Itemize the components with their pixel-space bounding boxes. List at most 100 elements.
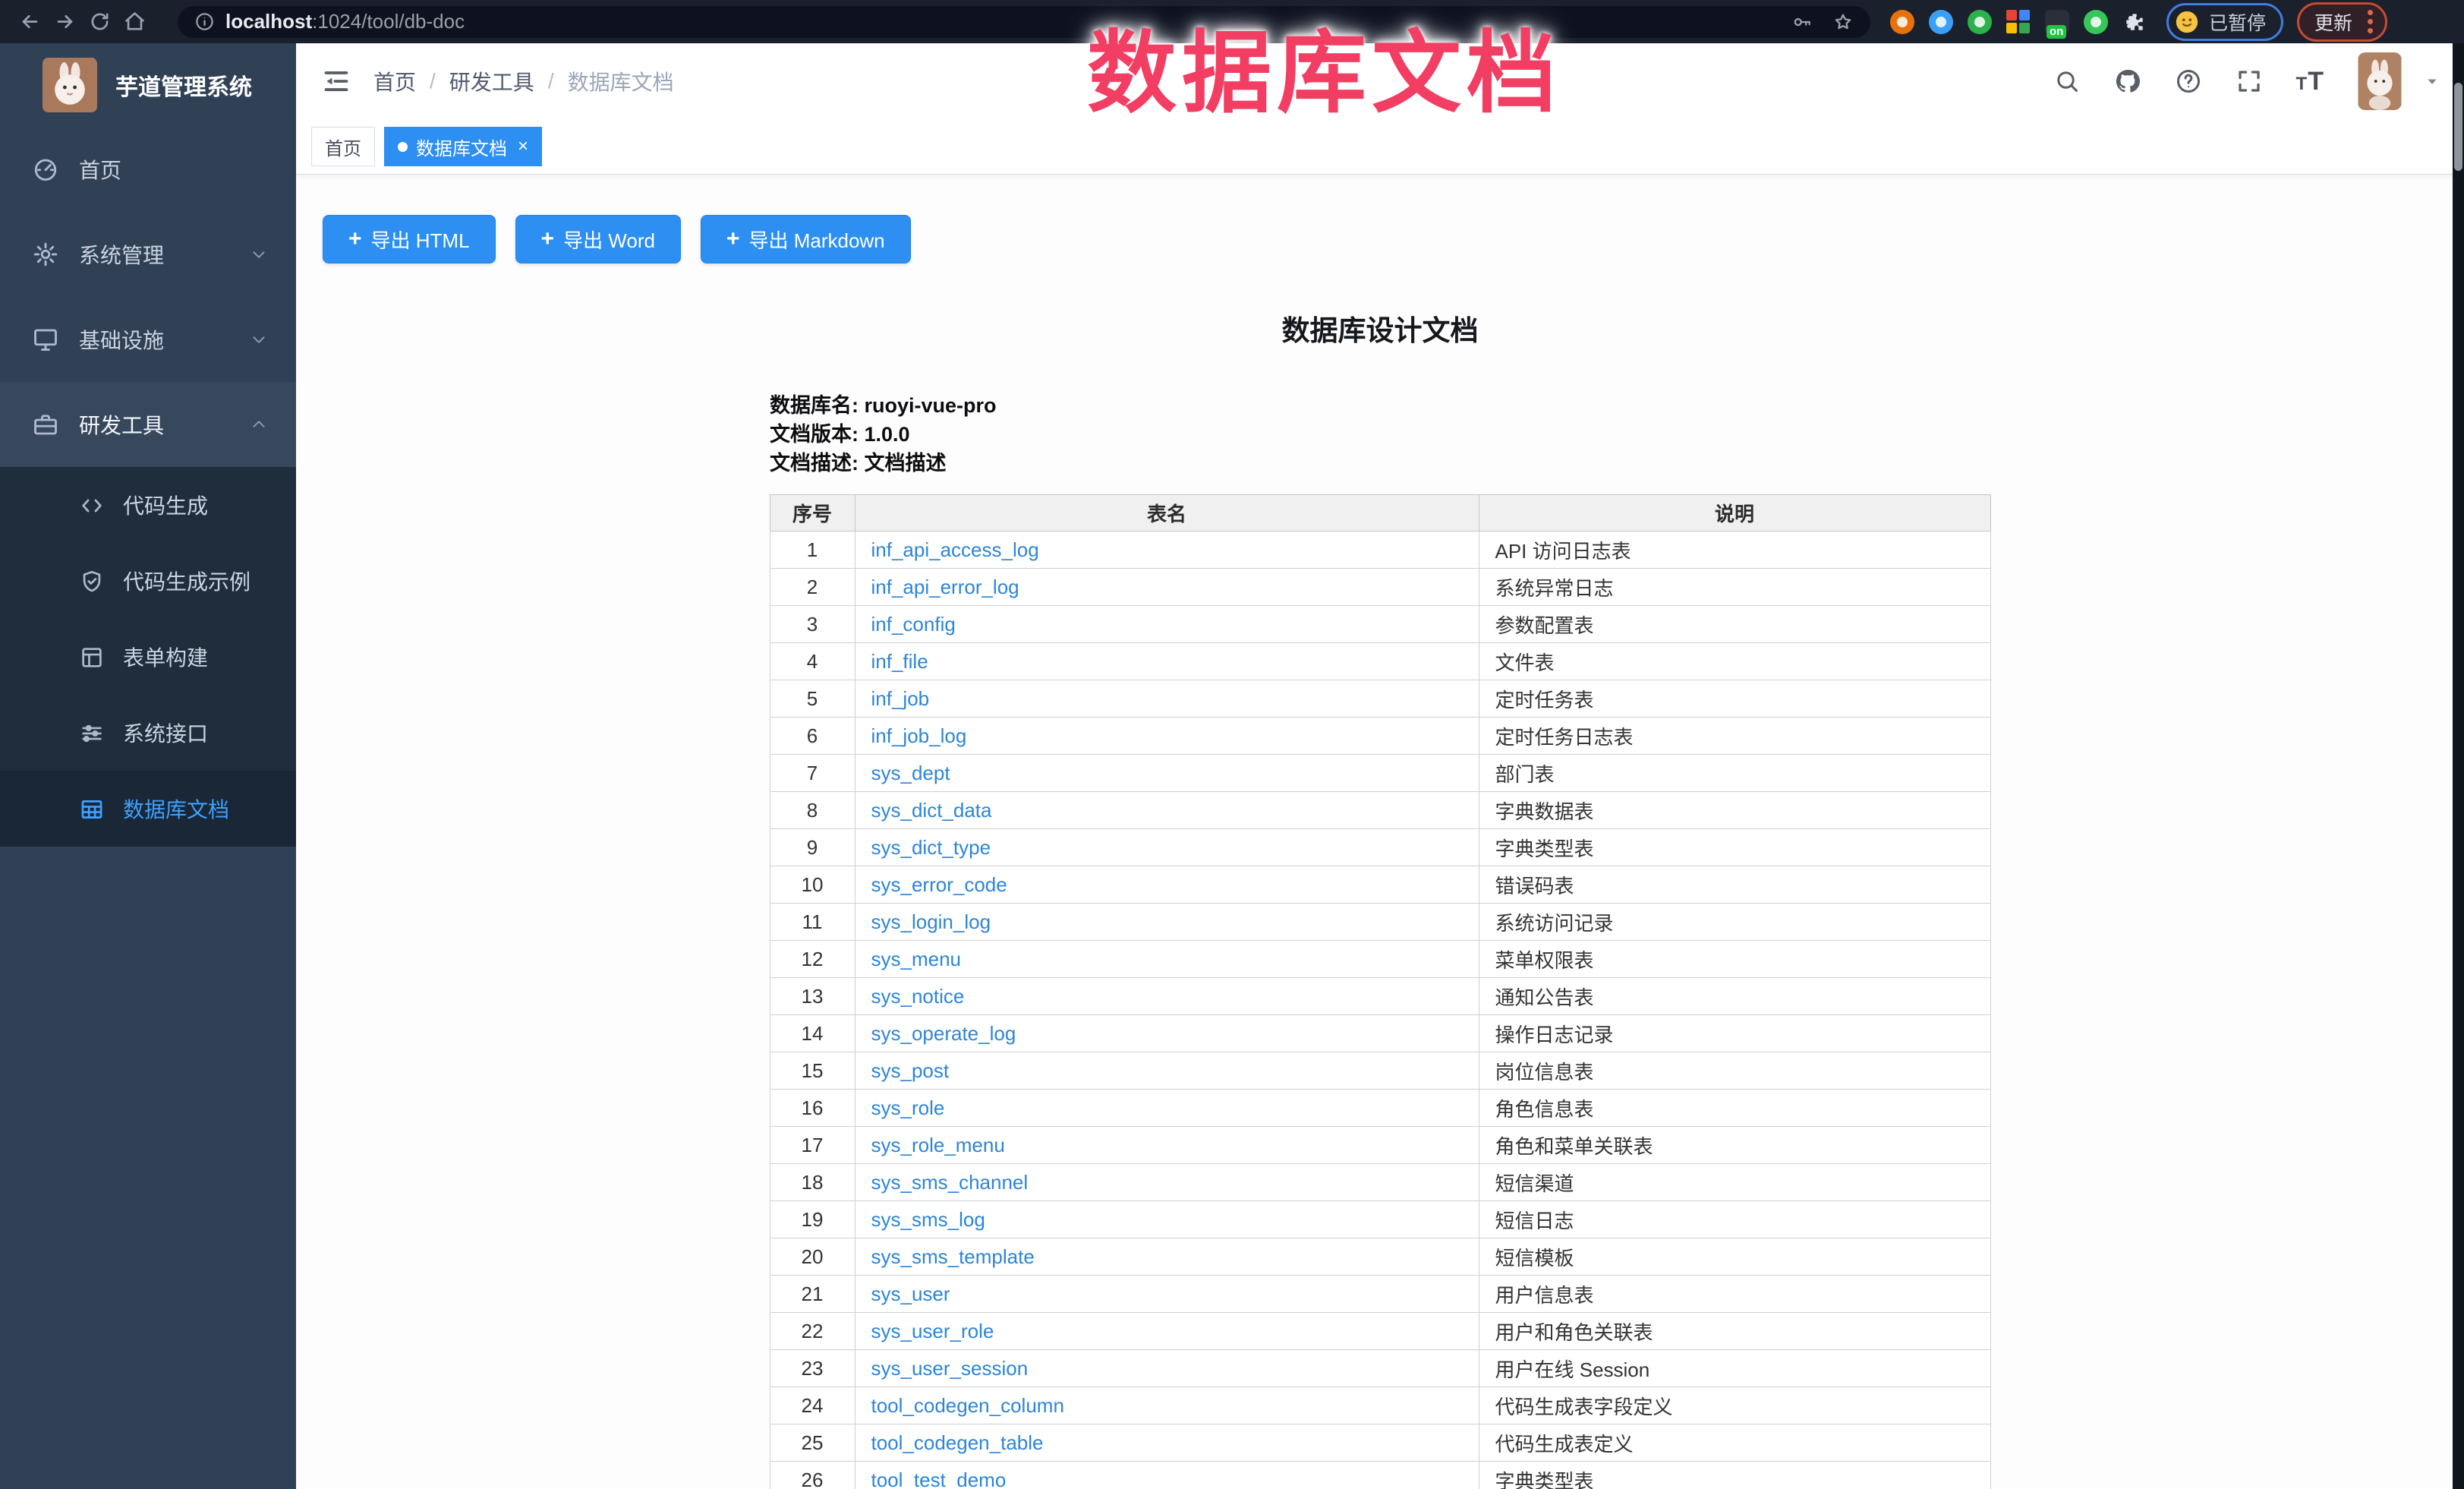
doc-info-label: 数据库名:: [770, 394, 859, 417]
sidebar-collapse-icon[interactable]: [322, 67, 351, 96]
bookmark-star-icon[interactable]: [1832, 11, 1854, 33]
password-key-icon[interactable]: [1791, 11, 1813, 33]
row-table-name: sys_user_role: [855, 1313, 1479, 1350]
site-info-icon[interactable]: [194, 11, 215, 32]
table-name-link[interactable]: sys_sms_template: [871, 1245, 1035, 1268]
table-row: 10sys_error_code错误码表: [770, 866, 1990, 904]
extension-green-check-icon[interactable]: [1968, 10, 1992, 34]
table-name-link[interactable]: sys_error_code: [871, 873, 1007, 896]
tag-label: 首页: [325, 134, 361, 160]
table-name-link[interactable]: inf_file: [871, 650, 928, 673]
extension-orange-circle-icon[interactable]: [1890, 10, 1914, 34]
browser-home-button[interactable]: [117, 5, 152, 39]
browser-back-button[interactable]: [12, 5, 47, 39]
table-name-link[interactable]: sys_dict_data: [871, 799, 992, 822]
reload-icon: [89, 11, 111, 33]
page-content: +导出 HTML +导出 Word +导出 Markdown 数据库设计文档 数据库…: [296, 175, 2464, 1489]
table-name-link[interactable]: sys_dict_type: [871, 836, 991, 859]
export-button-1[interactable]: +导出 Word: [515, 215, 681, 263]
document-title: 数据库设计文档: [323, 308, 2437, 349]
row-serial: 26: [770, 1462, 855, 1489]
sidebar-item-基础设施[interactable]: 基础设施: [0, 297, 296, 382]
help-icon[interactable]: [2175, 68, 2202, 95]
table-name-link[interactable]: inf_job: [871, 687, 930, 710]
extension-green-leaf-icon[interactable]: [2084, 10, 2108, 34]
address-bar[interactable]: localhost:1024/tool/db-doc: [178, 6, 1870, 38]
close-icon[interactable]: ×: [518, 137, 528, 156]
row-description: 用户和角色关联表: [1479, 1313, 1990, 1350]
row-serial: 10: [770, 866, 855, 904]
table-row: 4inf_file文件表: [770, 643, 1990, 680]
row-serial: 13: [770, 978, 855, 1015]
table-name-link[interactable]: sys_sms_channel: [871, 1171, 1029, 1194]
table-name-link[interactable]: sys_role_menu: [871, 1134, 1005, 1156]
export-button-2[interactable]: +导出 Markdown: [701, 215, 911, 263]
scrollbar-thumb[interactable]: [2454, 83, 2462, 171]
table-row: 14sys_operate_log操作日志记录: [770, 1015, 1990, 1052]
table-name-link[interactable]: sys_user: [871, 1282, 950, 1305]
table-row: 7sys_dept部门表: [770, 755, 1990, 792]
fullscreen-icon[interactable]: [2236, 68, 2263, 95]
row-description: 字典数据表: [1479, 792, 1990, 829]
breadcrumb-item[interactable]: 研发工具: [449, 66, 534, 96]
user-menu-caret-icon[interactable]: [2423, 72, 2441, 90]
tag-数据库文档[interactable]: 数据库文档×: [384, 127, 542, 166]
table-row: 11sys_login_log系统访问记录: [770, 904, 1990, 941]
table-name-link[interactable]: inf_job_log: [871, 724, 967, 747]
table-name-link[interactable]: inf_api_error_log: [871, 576, 1019, 598]
table-name-link[interactable]: sys_sms_log: [871, 1208, 985, 1231]
row-table-name: sys_role_menu: [855, 1127, 1479, 1164]
sidebar-item-研发工具[interactable]: 研发工具: [0, 382, 296, 467]
table-name-link[interactable]: sys_user_role: [871, 1320, 994, 1342]
table-name-link[interactable]: sys_menu: [871, 948, 962, 970]
table-row: 20sys_sms_template短信模板: [770, 1238, 1990, 1276]
table-name-link[interactable]: sys_user_session: [871, 1357, 1029, 1380]
export-button-0[interactable]: +导出 HTML: [323, 215, 496, 263]
sidebar-subitem-表单构建[interactable]: 表单构建: [0, 619, 296, 695]
table-name-link[interactable]: sys_post: [871, 1059, 950, 1082]
browser-reload-button[interactable]: [82, 5, 117, 39]
table-name-link[interactable]: tool_test_demo: [871, 1468, 1007, 1489]
extension-dark-on-icon[interactable]: on: [2045, 10, 2069, 34]
row-description: 角色信息表: [1479, 1090, 1990, 1127]
sidebar-item-首页[interactable]: 首页: [0, 127, 296, 212]
breadcrumb-item[interactable]: 首页: [373, 66, 416, 96]
sidebar-subitem-系统接口[interactable]: 系统接口: [0, 695, 296, 771]
row-description: 字典类型表: [1479, 1462, 1990, 1489]
browser-menu-kebab-icon[interactable]: [2365, 8, 2376, 35]
github-icon[interactable]: [2114, 68, 2141, 95]
table-name-link[interactable]: sys_role: [871, 1096, 945, 1119]
sidebar-subitem-数据库文档[interactable]: 数据库文档: [0, 771, 296, 847]
sidebar-item-系统管理[interactable]: 系统管理: [0, 212, 296, 297]
user-avatar[interactable]: [2358, 52, 2402, 110]
sidebar-subitem-代码生成[interactable]: 代码生成: [0, 467, 296, 543]
row-table-name: tool_test_demo: [855, 1462, 1479, 1489]
table-name-link[interactable]: sys_notice: [871, 985, 965, 1008]
font-size-icon[interactable]: TT: [2296, 67, 2324, 96]
profile-paused-badge[interactable]: 已暂停: [2166, 3, 2283, 41]
extension-blue-pin-icon[interactable]: [1929, 10, 1953, 34]
page-scrollbar[interactable]: [2453, 43, 2464, 1489]
table-name-link[interactable]: inf_config: [871, 613, 956, 636]
table-name-link[interactable]: sys_operate_log: [871, 1022, 1016, 1045]
table-name-link[interactable]: inf_api_access_log: [871, 538, 1039, 561]
sidebar-item-label: 首页: [79, 154, 121, 185]
tag-首页[interactable]: 首页: [311, 127, 375, 166]
extension-puzzle-icon[interactable]: [2122, 10, 2147, 34]
table-name-link[interactable]: sys_dept: [871, 762, 950, 784]
row-description: 定时任务日志表: [1479, 718, 1990, 755]
row-description: 代码生成表字段定义: [1479, 1387, 1990, 1424]
app-logo-row[interactable]: 芋道管理系统: [0, 43, 296, 127]
browser-update-button[interactable]: 更新: [2297, 2, 2387, 42]
browser-forward-button[interactable]: [47, 5, 82, 39]
row-table-name: sys_dict_data: [855, 792, 1479, 829]
search-icon[interactable]: [2053, 68, 2081, 95]
table-name-link[interactable]: sys_login_log: [871, 910, 991, 933]
row-serial: 5: [770, 680, 855, 718]
table-row: 24tool_codegen_column代码生成表字段定义: [770, 1387, 1990, 1424]
table-name-link[interactable]: tool_codegen_table: [871, 1431, 1044, 1454]
table-name-link[interactable]: tool_codegen_column: [871, 1394, 1064, 1417]
sidebar-subitem-代码生成示例[interactable]: 代码生成示例: [0, 543, 296, 619]
extension-color-grid-icon[interactable]: [2006, 10, 2031, 34]
row-table-name: sys_role: [855, 1090, 1479, 1127]
